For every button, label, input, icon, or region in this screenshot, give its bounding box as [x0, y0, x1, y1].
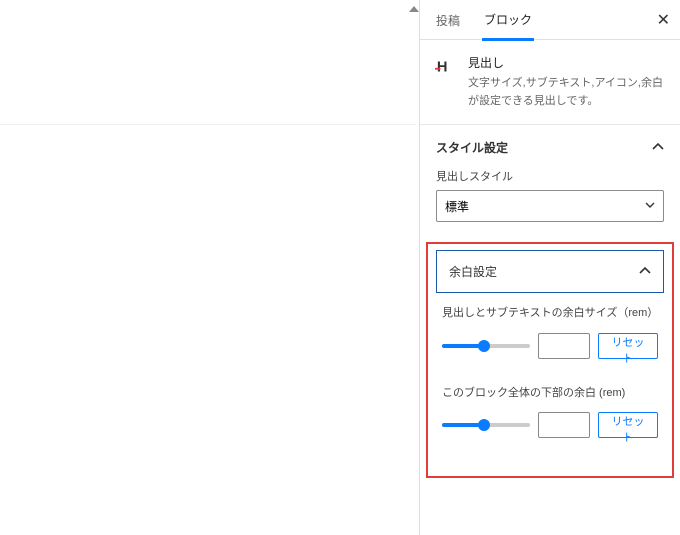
margin-section-toggle[interactable]: 余白設定 [436, 250, 664, 293]
subtext-margin-control: 見出しとサブテキストの余白サイズ（rem） リセット [428, 305, 672, 385]
chevron-up-icon [652, 140, 664, 156]
sidebar-tabs: 投稿 ブロック ✕ [420, 0, 680, 40]
heading-style-value: 標準 [445, 198, 469, 215]
style-section: スタイル設定 見出しスタイル 標準 [420, 125, 680, 236]
margin-section-title: 余白設定 [449, 263, 497, 280]
heading-style-select[interactable]: 標準 [436, 190, 664, 222]
scroll-up-icon[interactable] [409, 6, 419, 12]
margin-section: 余白設定 見出しとサブテキストの余白サイズ（rem） リセット このブロック全体… [426, 242, 674, 478]
chevron-down-icon [645, 199, 655, 213]
style-section-title: スタイル設定 [436, 139, 508, 156]
editor-canvas [0, 0, 416, 125]
bottom-margin-slider[interactable] [442, 423, 530, 427]
settings-sidebar: 投稿 ブロック ✕ H 見出し 文字サイズ,サブテキスト,アイコン,余白が設定で… [419, 0, 680, 535]
block-description: 文字サイズ,サブテキスト,アイコン,余白が設定できる見出しです。 [468, 75, 664, 110]
style-section-toggle[interactable]: スタイル設定 [420, 125, 680, 168]
block-card: H 見出し 文字サイズ,サブテキスト,アイコン,余白が設定できる見出しです。 [420, 40, 680, 125]
subtext-margin-label: 見出しとサブテキストの余白サイズ（rem） [442, 305, 658, 323]
svg-text:H: H [437, 60, 448, 76]
block-title: 見出し [468, 54, 664, 71]
chevron-up-icon [639, 264, 651, 280]
heading-style-label: 見出しスタイル [436, 168, 664, 184]
close-icon[interactable]: ✕ [657, 10, 670, 30]
bottom-margin-reset[interactable]: リセット [598, 412, 658, 438]
subtext-margin-input[interactable] [538, 333, 590, 359]
bottom-margin-input[interactable] [538, 412, 590, 438]
subtext-margin-slider[interactable] [442, 344, 530, 348]
subtext-margin-reset[interactable]: リセット [598, 333, 658, 359]
bottom-margin-control: このブロック全体の下部の余白 (rem) リセット [428, 385, 672, 465]
tab-block[interactable]: ブロック [482, 0, 534, 41]
bottom-margin-label: このブロック全体の下部の余白 (rem) [442, 385, 658, 403]
tab-post[interactable]: 投稿 [434, 0, 462, 39]
heading-icon: H [434, 54, 458, 78]
